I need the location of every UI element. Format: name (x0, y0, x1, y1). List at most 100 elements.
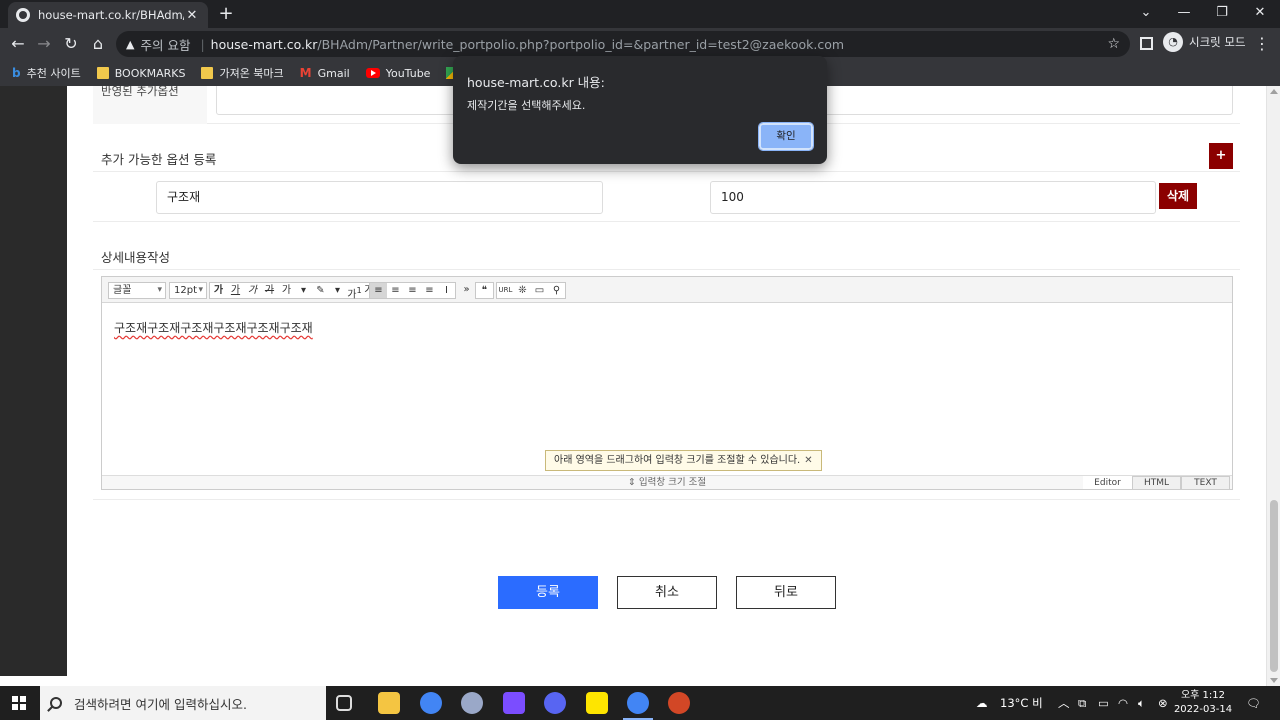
weather-icon[interactable]: ☁ (976, 686, 988, 720)
alert-message: 제작기간을 선택해주세요. (467, 99, 586, 112)
notification-icon[interactable]: 🗨︎ (1246, 686, 1261, 720)
highlight-icon[interactable]: ✎ (312, 283, 329, 298)
app-s-icon[interactable] (503, 692, 525, 714)
delete-option-button[interactable]: 삭제 (1159, 183, 1197, 209)
editor-content[interactable]: 구조재구조재구조재구조재구조재구조재 (114, 319, 313, 336)
globe-icon (16, 8, 30, 22)
network-off-icon[interactable]: ⊗ (1158, 686, 1168, 720)
strikethrough-icon[interactable]: 가 (261, 283, 278, 298)
page-scrollbar[interactable] (1266, 86, 1280, 686)
bing-icon: b (12, 66, 21, 80)
align-left-icon[interactable]: ≡ (370, 283, 387, 298)
close-icon[interactable]: ✕ (804, 455, 812, 466)
align-justify-icon[interactable]: ≡ (421, 283, 438, 298)
underline-icon[interactable]: 가 (227, 283, 244, 298)
youtube-icon (365, 68, 380, 78)
incognito-label: 시크릿 모드 (1189, 35, 1246, 49)
forward-icon[interactable]: → (32, 32, 56, 56)
close-window-button[interactable]: ✕ (1242, 0, 1278, 28)
bookmark-youtube[interactable]: YouTube (365, 67, 430, 80)
quote-icon[interactable]: ❝ (476, 283, 493, 298)
scroll-down-icon[interactable] (1270, 678, 1278, 683)
align-group: ≡ ≡ ≡ ≡ I (369, 282, 456, 299)
bookmark-star-icon[interactable]: ☆ (1107, 36, 1120, 52)
tab-close-icon[interactable]: ✕ (184, 8, 200, 23)
tab-title: house-mart.co.kr/BHAdm/Partn (38, 8, 184, 22)
volume-icon[interactable]: 🔈︎ (1138, 686, 1145, 720)
superscript-icon[interactable]: 가1 (346, 283, 363, 300)
back-icon[interactable]: ← (6, 32, 30, 56)
incognito-indicator[interactable]: ◔ 시크릿 모드 (1163, 32, 1246, 52)
powerpoint-icon[interactable] (668, 692, 690, 714)
search-icon (50, 697, 62, 709)
home-icon[interactable]: ⌂ (86, 32, 110, 56)
bookmark-folder-imported[interactable]: 가져온 북마크 (201, 65, 284, 81)
align-center-icon[interactable]: ≡ (387, 283, 404, 298)
table-icon[interactable]: ▭ (531, 283, 548, 298)
new-tab-button[interactable]: + (216, 4, 236, 24)
font-select[interactable]: 글꼴 (108, 282, 166, 299)
side-panel-icon[interactable] (1140, 37, 1153, 50)
paint-icon[interactable] (461, 692, 483, 714)
add-option-button[interactable]: + (1209, 143, 1233, 169)
alert-ok-button[interactable]: 확인 (758, 122, 814, 151)
bookmark-label: BOOKMARKS (114, 66, 186, 80)
security-label[interactable]: 주의 요함 (140, 35, 190, 54)
tab-html[interactable]: HTML (1132, 476, 1181, 489)
browser-tab[interactable]: house-mart.co.kr/BHAdm/Partn ✕ (8, 2, 208, 28)
bookmark-label: 가져온 북마크 (219, 67, 284, 80)
submit-button[interactable]: 등록 (498, 576, 598, 609)
address-bar[interactable]: ▲ 주의 요함 | house-mart.co.kr /BHAdm/Partne… (116, 31, 1130, 57)
menu-kebab-icon[interactable]: ⋮ (1254, 32, 1270, 56)
warning-icon[interactable]: ▲ (126, 38, 134, 51)
divider (93, 269, 1240, 270)
italic-icon[interactable]: 가 (244, 283, 261, 298)
scroll-up-icon[interactable] (1270, 89, 1278, 94)
added-options-label: 반영된 추가옵션 (101, 86, 179, 98)
more-icon[interactable]: » (458, 282, 475, 297)
taskbar-search[interactable]: 검색하려면 여기에 입력하십시오. (40, 686, 326, 720)
maximize-button[interactable]: ❐ (1204, 0, 1240, 28)
tray-chevron-icon[interactable]: ︿ (1058, 686, 1070, 720)
bookmark-recommended[interactable]: b 추천 사이트 (12, 65, 81, 81)
taskbar-clock[interactable]: 오후 1:12 2022-03-14 (1170, 689, 1236, 717)
alert-dialog: house-mart.co.kr 내용: 제작기간을 선택해주세요. 확인 (453, 56, 827, 164)
meet-icon[interactable]: ⧉ (1078, 686, 1086, 720)
tab-search-icon[interactable]: ⌄ (1128, 0, 1164, 28)
minimize-button[interactable]: — (1166, 0, 1202, 28)
line-height-icon[interactable]: I (438, 283, 455, 298)
cancel-button[interactable]: 취소 (617, 576, 717, 609)
wifi-icon[interactable]: ◠ (1118, 686, 1128, 720)
messenger-icon[interactable] (544, 692, 566, 714)
align-right-icon[interactable]: ≡ (404, 283, 421, 298)
battery-icon[interactable]: ▭ (1098, 686, 1109, 720)
chrome-incognito-icon[interactable] (623, 692, 653, 720)
back-button[interactable]: 뒤로 (736, 576, 836, 609)
bold-icon[interactable]: 가 (210, 283, 227, 298)
chrome-icon[interactable] (420, 692, 442, 714)
tab-editor[interactable]: Editor (1083, 476, 1132, 489)
quote-group: ❝ (475, 282, 494, 299)
special-char-icon[interactable]: ❊ (514, 283, 531, 298)
highlight-dropdown-icon[interactable]: ▾ (329, 283, 346, 298)
scrollbar-thumb[interactable] (1270, 500, 1278, 672)
font-color-icon[interactable]: 가 (278, 283, 295, 298)
kakaotalk-icon[interactable] (586, 692, 608, 714)
bookmark-gmail[interactable]: M Gmail (300, 67, 350, 80)
link-icon[interactable]: URL (497, 283, 514, 298)
file-explorer-icon[interactable] (378, 692, 400, 714)
url-path: /BHAdm/Partner/write_portpolio.php?portp… (317, 36, 845, 52)
task-view-icon[interactable] (336, 695, 352, 711)
font-size-select[interactable]: 12pt (169, 282, 207, 299)
resize-handle[interactable]: ⇕ 입력창 크기 조절 (102, 475, 1232, 489)
bookmark-folder-bookmarks[interactable]: BOOKMARKS (96, 66, 186, 80)
reload-icon[interactable]: ↻ (59, 32, 83, 56)
tab-text[interactable]: TEXT (1181, 476, 1230, 489)
find-icon[interactable]: ⚲ (548, 283, 565, 298)
option-name-input[interactable]: 구조재 (156, 181, 603, 214)
clock-time: 오후 1:12 (1180, 690, 1226, 701)
font-color-dropdown-icon[interactable]: ▾ (295, 283, 312, 298)
option-price-input[interactable]: 100 (710, 181, 1156, 214)
windows-start-icon[interactable] (12, 696, 26, 710)
weather-text[interactable]: 13°C 비 (1000, 686, 1043, 720)
